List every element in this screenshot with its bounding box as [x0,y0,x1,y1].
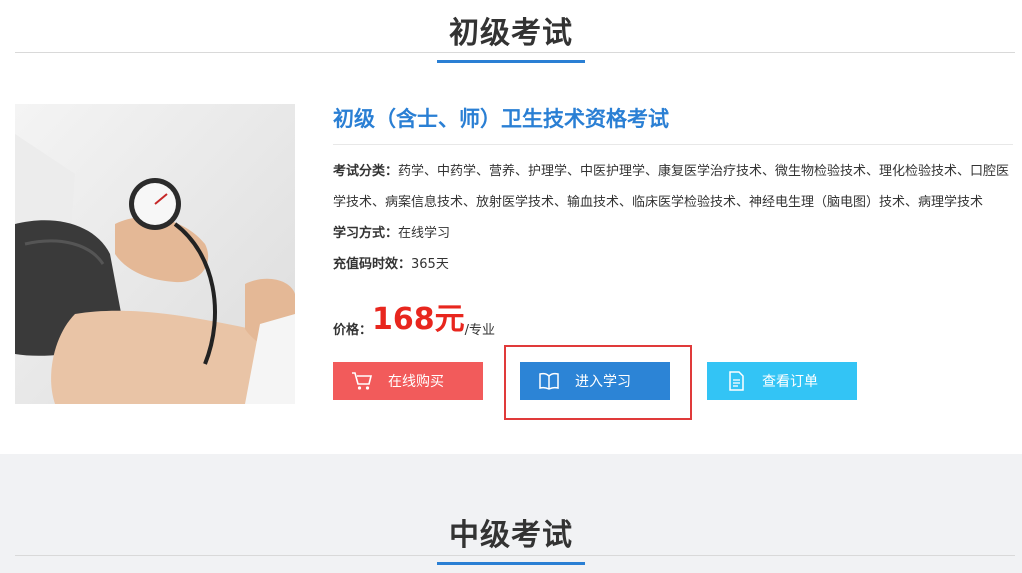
method-row: 学习方式：在线学习 [333,218,1013,249]
divider [15,52,1015,53]
course-image [15,104,295,404]
view-orders-button[interactable]: 查看订单 [707,362,857,400]
category-row: 考试分类：药学、中药学、营养、护理学、中医护理学、康复医学治疗技术、微生物检验技… [333,156,1013,218]
price-label: 价格： [333,323,373,338]
section-header-intermediate: 中级考试 [0,510,1022,565]
category-label: 考试分类： [333,164,399,179]
document-icon [725,371,747,391]
section-title: 初级考试 [437,8,585,63]
duration-label: 充值码时效： [333,257,412,272]
section-header-primary: 初级考试 [0,8,1022,63]
divider [333,144,1013,145]
highlight-box [504,345,692,420]
duration-row: 充值码时效：365天 [333,249,1013,280]
view-orders-label: 查看订单 [762,374,818,390]
price-unit: /专业 [464,323,496,338]
cart-icon [351,371,373,391]
price-value: 168元 [372,302,465,337]
price-row: 价格：168元/专业 [333,302,495,342]
buy-online-label: 在线购买 [388,374,444,390]
method-label: 学习方式： [333,226,399,241]
course-info: 初级（含士、师）卫生技术资格考试 考试分类：药学、中药学、营养、护理学、中医护理… [333,100,1013,420]
course-title[interactable]: 初级（含士、师）卫生技术资格考试 [333,100,1013,140]
divider [15,555,1015,556]
duration-value: 365天 [411,257,449,272]
category-value: 药学、中药学、营养、护理学、中医护理学、康复医学治疗技术、微生物检验技术、理化检… [333,164,1010,210]
buy-online-button[interactable]: 在线购买 [333,362,483,400]
section-title: 中级考试 [437,510,585,565]
method-value: 在线学习 [398,226,451,241]
course-meta: 考试分类：药学、中药学、营养、护理学、中医护理学、康复医学治疗技术、微生物检验技… [333,156,1013,280]
